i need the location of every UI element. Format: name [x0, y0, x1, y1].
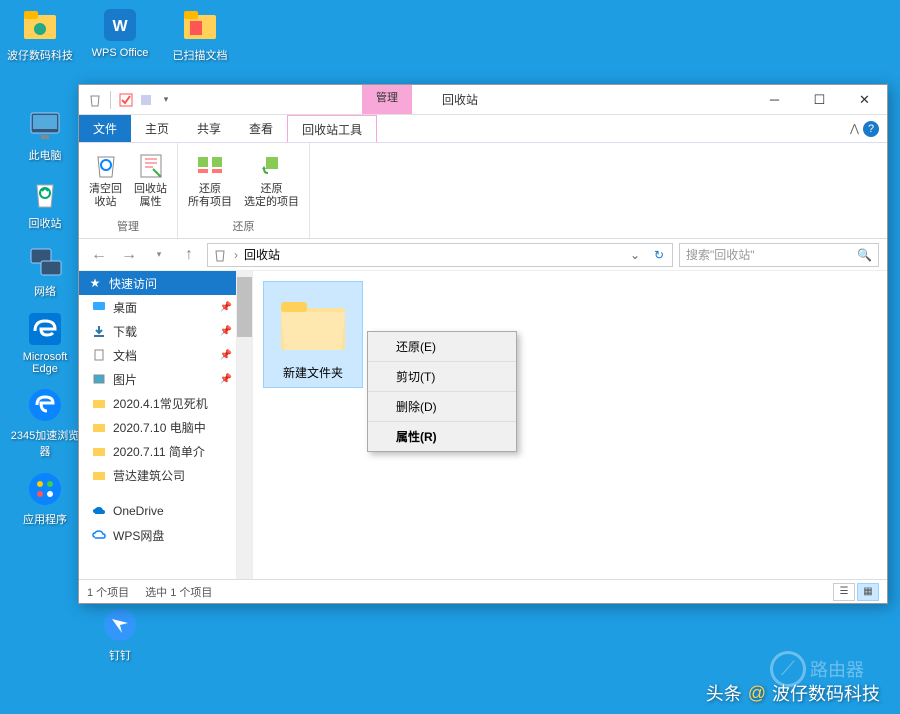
tab-share[interactable]: 共享	[183, 115, 235, 142]
status-count: 1 个项目	[87, 584, 129, 600]
folder-icon	[91, 419, 107, 435]
ribbon-tabs: 文件 主页 共享 查看 回收站工具 ⋀ ?	[79, 115, 887, 143]
ribbon-body: 清空回 收站 回收站 属性 管理 还原 所有项目 还原 选定的项目	[79, 143, 887, 239]
navigation-pane: ★ 快速访问 桌面 📌 下载 📌 文档 📌 图片 📌	[79, 271, 237, 579]
pictures-icon	[91, 371, 107, 387]
refresh-button[interactable]: ↻	[650, 248, 668, 262]
address-dropdown-icon[interactable]: ⌄	[626, 248, 644, 262]
window-controls: ─ ☐ ✕	[752, 85, 887, 114]
qat-checkbox-icon[interactable]	[118, 92, 134, 108]
nav-folder-1[interactable]: 2020.4.1常见死机	[79, 391, 236, 415]
ctx-delete[interactable]: 删除(D)	[368, 392, 516, 422]
desktop-left-column: 此电脑 回收站 网络 Microsoft Edge 2345加速浏览器 应用程序	[5, 100, 85, 532]
address-location: 回收站	[244, 246, 280, 263]
scanned-docs-icon[interactable]: 已扫描文档	[165, 5, 235, 63]
nav-folder-2[interactable]: 2020.7.10 电脑中	[79, 415, 236, 439]
downloads-icon	[91, 323, 107, 339]
nav-downloads[interactable]: 下载 📌	[79, 319, 236, 343]
ribbon-collapse-icon[interactable]: ⋀	[850, 122, 859, 135]
wps-office-icon[interactable]: W WPS Office	[85, 5, 155, 63]
apps-icon[interactable]: 应用程序	[10, 469, 80, 527]
edge-icon[interactable]: Microsoft Edge	[10, 309, 80, 375]
empty-recycle-bin-button[interactable]: 清空回 收站	[83, 147, 128, 212]
this-pc-icon[interactable]: 此电脑	[10, 105, 80, 163]
desktop-icon	[91, 299, 107, 315]
qat-properties-icon[interactable]	[138, 92, 154, 108]
ctx-properties[interactable]: 属性(R)	[368, 422, 516, 451]
ribbon-help: ⋀ ?	[850, 115, 887, 142]
view-icons-button[interactable]: ▦	[857, 583, 879, 601]
network-icon[interactable]: 网络	[10, 241, 80, 299]
view-toggles: ☰ ▦	[833, 583, 879, 601]
nav-folder-4[interactable]: 营达建筑公司	[79, 463, 236, 487]
recycle-bin-icon[interactable]: 回收站	[10, 173, 80, 231]
folder-large-icon	[277, 288, 349, 360]
minimize-button[interactable]: ─	[752, 85, 797, 114]
explorer-window: ▾ 管理 回收站 ─ ☐ ✕ 文件 主页 共享 查看 回收站工具 ⋀ ? 清空回…	[78, 84, 888, 604]
folder-icon	[91, 467, 107, 483]
maximize-button[interactable]: ☐	[797, 85, 842, 114]
ctx-restore[interactable]: 还原(E)	[368, 332, 516, 362]
address-bar: ← → ▾ ↑ › 回收站 ⌄ ↻ 搜索"回收站" 🔍	[79, 239, 887, 271]
desktop-second-column: 钉钉	[80, 600, 160, 668]
nav-desktop[interactable]: 桌面 📌	[79, 295, 236, 319]
browser-2345-icon[interactable]: 2345加速浏览器	[10, 385, 80, 459]
quick-access-toolbar: ▾	[79, 85, 182, 114]
ribbon-group-manage: 清空回 收站 回收站 属性 管理	[79, 143, 178, 238]
qat-dropdown-icon[interactable]: ▾	[158, 92, 174, 108]
pin-icon: 📌	[220, 302, 232, 313]
desktop-top-row: 波仔数码科技 W WPS Office 已扫描文档	[5, 5, 235, 63]
nav-pictures[interactable]: 图片 📌	[79, 367, 236, 391]
tab-file[interactable]: 文件	[79, 115, 131, 142]
view-details-button[interactable]: ☰	[833, 583, 855, 601]
tab-recycle-tools[interactable]: 回收站工具	[287, 115, 377, 142]
wps-cloud-icon	[91, 527, 107, 543]
dingtalk-icon[interactable]: 钉钉	[85, 605, 155, 663]
nav-wps-drive[interactable]: WPS网盘	[79, 523, 236, 547]
tab-view[interactable]: 查看	[235, 115, 287, 142]
pin-icon: 📌	[220, 326, 232, 337]
window-title: 回收站	[412, 85, 752, 114]
nav-quick-access[interactable]: ★ 快速访问	[79, 271, 236, 295]
title-bar: ▾ 管理 回收站 ─ ☐ ✕	[79, 85, 887, 115]
content-area[interactable]: 新建文件夹 还原(E) 剪切(T) 删除(D) 属性(R)	[253, 271, 887, 579]
recycle-bin-address-icon	[212, 247, 228, 263]
pin-icon: 📌	[220, 350, 232, 361]
forward-button[interactable]: →	[117, 243, 141, 267]
svg-text:W: W	[112, 18, 128, 35]
back-button[interactable]: ←	[87, 243, 111, 267]
status-bar: 1 个项目 选中 1 个项目 ☰ ▦	[79, 579, 887, 603]
nav-onedrive[interactable]: OneDrive	[79, 499, 236, 523]
documents-icon	[91, 347, 107, 363]
main-area: ★ 快速访问 桌面 📌 下载 📌 文档 📌 图片 📌	[79, 271, 887, 579]
file-item-new-folder[interactable]: 新建文件夹	[263, 281, 363, 388]
help-icon[interactable]: ?	[863, 121, 879, 137]
recycle-bin-properties-button[interactable]: 回收站 属性	[128, 147, 173, 212]
close-button[interactable]: ✕	[842, 85, 887, 114]
folder-icon	[91, 443, 107, 459]
recent-dropdown[interactable]: ▾	[147, 243, 171, 267]
restore-selected-button[interactable]: 还原 选定的项目	[238, 147, 305, 212]
restore-all-button[interactable]: 还原 所有项目	[182, 147, 238, 212]
context-menu: 还原(E) 剪切(T) 删除(D) 属性(R)	[367, 331, 517, 452]
nav-scrollbar[interactable]	[237, 271, 253, 579]
user-folder-icon[interactable]: 波仔数码科技	[5, 5, 75, 63]
up-button[interactable]: ↑	[177, 243, 201, 267]
recycle-bin-small-icon	[87, 92, 103, 108]
star-icon: ★	[87, 275, 103, 291]
watermark-text: 头条 @ 波仔数码科技	[706, 680, 880, 706]
search-box[interactable]: 搜索"回收站" 🔍	[679, 243, 879, 267]
nav-folder-3[interactable]: 2020.7.11 简单介	[79, 439, 236, 463]
onedrive-icon	[91, 503, 107, 519]
status-selection: 选中 1 个项目	[145, 584, 212, 600]
nav-documents[interactable]: 文档 📌	[79, 343, 236, 367]
ctx-cut[interactable]: 剪切(T)	[368, 362, 516, 392]
address-box[interactable]: › 回收站 ⌄ ↻	[207, 243, 673, 267]
pin-icon: 📌	[220, 374, 232, 385]
ribbon-group-restore: 还原 所有项目 还原 选定的项目 还原	[178, 143, 310, 238]
search-icon: 🔍	[857, 248, 872, 262]
tab-home[interactable]: 主页	[131, 115, 183, 142]
contextual-tab-header: 管理	[362, 85, 412, 114]
folder-icon	[91, 395, 107, 411]
